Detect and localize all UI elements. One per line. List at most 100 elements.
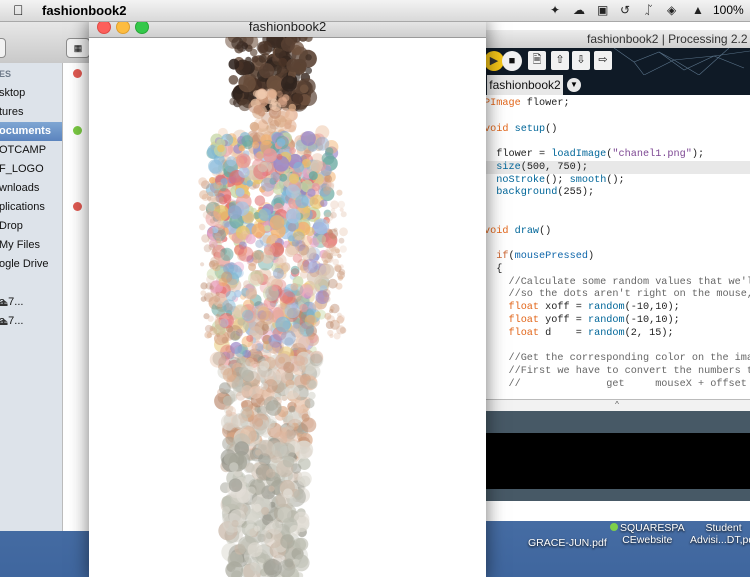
dropbox-icon[interactable]: ✦ <box>550 3 560 17</box>
paint-dot <box>215 237 222 244</box>
stop-button[interactable]: ■ <box>502 51 522 71</box>
sidebar-item-label: ogle Drive <box>0 258 49 270</box>
battery-percent[interactable]: 100% <box>713 3 744 17</box>
paint-dot <box>260 382 269 391</box>
sidebar-item[interactable]: OTCAMP <box>0 141 62 160</box>
paint-dot <box>330 200 339 209</box>
sidebar-item-label: OTCAMP <box>0 144 47 156</box>
paint-dot <box>299 284 313 298</box>
paint-dot <box>337 275 344 281</box>
creative-cloud-icon[interactable]: ☁ <box>573 3 585 17</box>
sidebar-item[interactable]: My Files <box>0 236 62 255</box>
code-line: void setup() <box>484 123 558 135</box>
code-editor[interactable]: PImage flower; void setup() flower = load… <box>484 95 750 399</box>
paint-dot <box>278 57 288 67</box>
code-line: //Calculate some random values that we'l… <box>508 276 750 288</box>
paint-dot <box>268 485 275 492</box>
console-output[interactable] <box>484 433 750 489</box>
paint-dot <box>299 270 308 279</box>
volume-icon[interactable]: ▲ <box>692 3 704 17</box>
sidebar-item-label: ocuments <box>0 125 51 137</box>
view-mode-button[interactable]: ▦ <box>66 38 90 58</box>
time-machine-icon[interactable]: ↺ <box>620 3 630 17</box>
paint-dot <box>292 93 304 104</box>
eject-icon[interactable]: ⏏ <box>0 313 8 332</box>
save-sketch-button[interactable]: ⇩ <box>572 51 590 70</box>
paint-dot <box>238 74 256 93</box>
paint-dot <box>327 329 334 337</box>
wifi-icon[interactable]: ◈ <box>667 3 676 17</box>
paint-dot <box>266 468 276 478</box>
paint-dot <box>209 285 214 290</box>
paint-dot <box>229 462 239 472</box>
back-button[interactable] <box>0 38 6 58</box>
ide-title-bar[interactable]: fashionbook2 | Processing 2.2 <box>484 30 750 48</box>
paint-dot <box>257 89 268 100</box>
sidebar-item[interactable]: Drop <box>0 217 62 236</box>
tab-fashionbook2[interactable]: fashionbook2 <box>487 75 563 95</box>
export-button[interactable]: ⇨ <box>594 51 612 70</box>
paint-dot <box>202 210 211 219</box>
paint-dot <box>247 486 256 496</box>
sidebar-item[interactable]: ocuments <box>0 122 62 141</box>
paint-dot <box>216 303 223 310</box>
app-name-menu[interactable]: fashionbook2 <box>42 3 127 18</box>
paint-dot <box>335 248 340 254</box>
sidebar-item[interactable]: a 7... ⏏ <box>0 312 62 331</box>
paint-dot <box>301 235 313 247</box>
paint-dot <box>258 109 265 117</box>
sidebar-item[interactable]: wnloads <box>0 179 62 198</box>
paint-dot <box>222 395 234 406</box>
open-sketch-button[interactable]: ⇧ <box>551 51 569 70</box>
desktop-icon-grace-jun[interactable]: GRACE-JUN.pdf <box>528 522 607 549</box>
sidebar-item[interactable] <box>0 274 62 293</box>
code-line: float xoff = random(-10,10); <box>508 302 680 313</box>
color-tag-icon <box>73 202 82 211</box>
apple-icon[interactable]:  <box>13 2 24 18</box>
eject-icon[interactable]: ⏏ <box>0 294 8 313</box>
desktop-icon-squarespace[interactable]: SQUARESPA CEwebsite <box>610 522 685 546</box>
desktop-icon-student-advising[interactable]: Student Advisi...DT,pdf <box>690 522 750 546</box>
paint-dot <box>282 456 295 468</box>
paint-dot <box>245 233 256 245</box>
run-button[interactable]: ▶ <box>484 51 504 71</box>
sketch-canvas[interactable] <box>89 37 486 577</box>
sidebar-item[interactable]: ogle Drive <box>0 255 62 274</box>
paint-dot <box>288 103 297 112</box>
paint-dot <box>255 239 264 248</box>
code-line: if(mousePressed) <box>496 251 595 262</box>
box-icon[interactable]: ▣ <box>597 3 608 17</box>
paint-dot <box>275 316 291 332</box>
paint-dot <box>208 159 223 174</box>
paint-dot <box>243 557 252 566</box>
processing-ide-window: fashionbook2 | Processing 2.2 ▶ ■ 🗎 ⇧ ⇩ … <box>484 21 750 521</box>
paint-dot <box>245 523 258 537</box>
paint-dot <box>271 441 288 458</box>
finder-sidebar: ES sktop tures ocuments OTCAMP F_LOGO wnloads p… <box>0 63 62 531</box>
paint-dot <box>251 343 258 350</box>
paint-dot <box>284 245 297 258</box>
sidebar-item[interactable]: tures <box>0 103 62 122</box>
sidebar-item[interactable]: plications <box>0 198 62 217</box>
paint-dot <box>221 271 233 283</box>
paint-dot <box>241 135 253 147</box>
paint-dot <box>300 131 316 146</box>
sidebar-item[interactable]: sktop <box>0 84 62 103</box>
finder-window: ▦ ES sktop tures ocuments OTCAMP F_LOGO wnload… <box>0 21 96 531</box>
sidebar-item[interactable]: F_LOGO <box>0 160 62 179</box>
bluetooth-icon[interactable]: ᛢ <box>645 3 652 17</box>
paint-dot <box>301 245 317 262</box>
paint-dot <box>234 346 246 358</box>
paint-dot <box>222 506 230 514</box>
sidebar-item[interactable]: a 7... ⏏ <box>0 293 62 312</box>
paint-dot <box>329 305 335 312</box>
new-sketch-button[interactable]: 🗎 <box>528 51 546 70</box>
paint-dot <box>301 417 317 433</box>
paint-dot <box>307 188 316 197</box>
paint-dot <box>199 190 209 200</box>
sidebar-item-label: F_LOGO <box>0 163 44 175</box>
desktop-icon-label2: CEwebsite <box>622 534 673 546</box>
code-line: flower = loadImage("chanel1.png"); <box>484 149 705 160</box>
tab-menu-arrow-icon[interactable]: ▼ <box>567 78 581 92</box>
